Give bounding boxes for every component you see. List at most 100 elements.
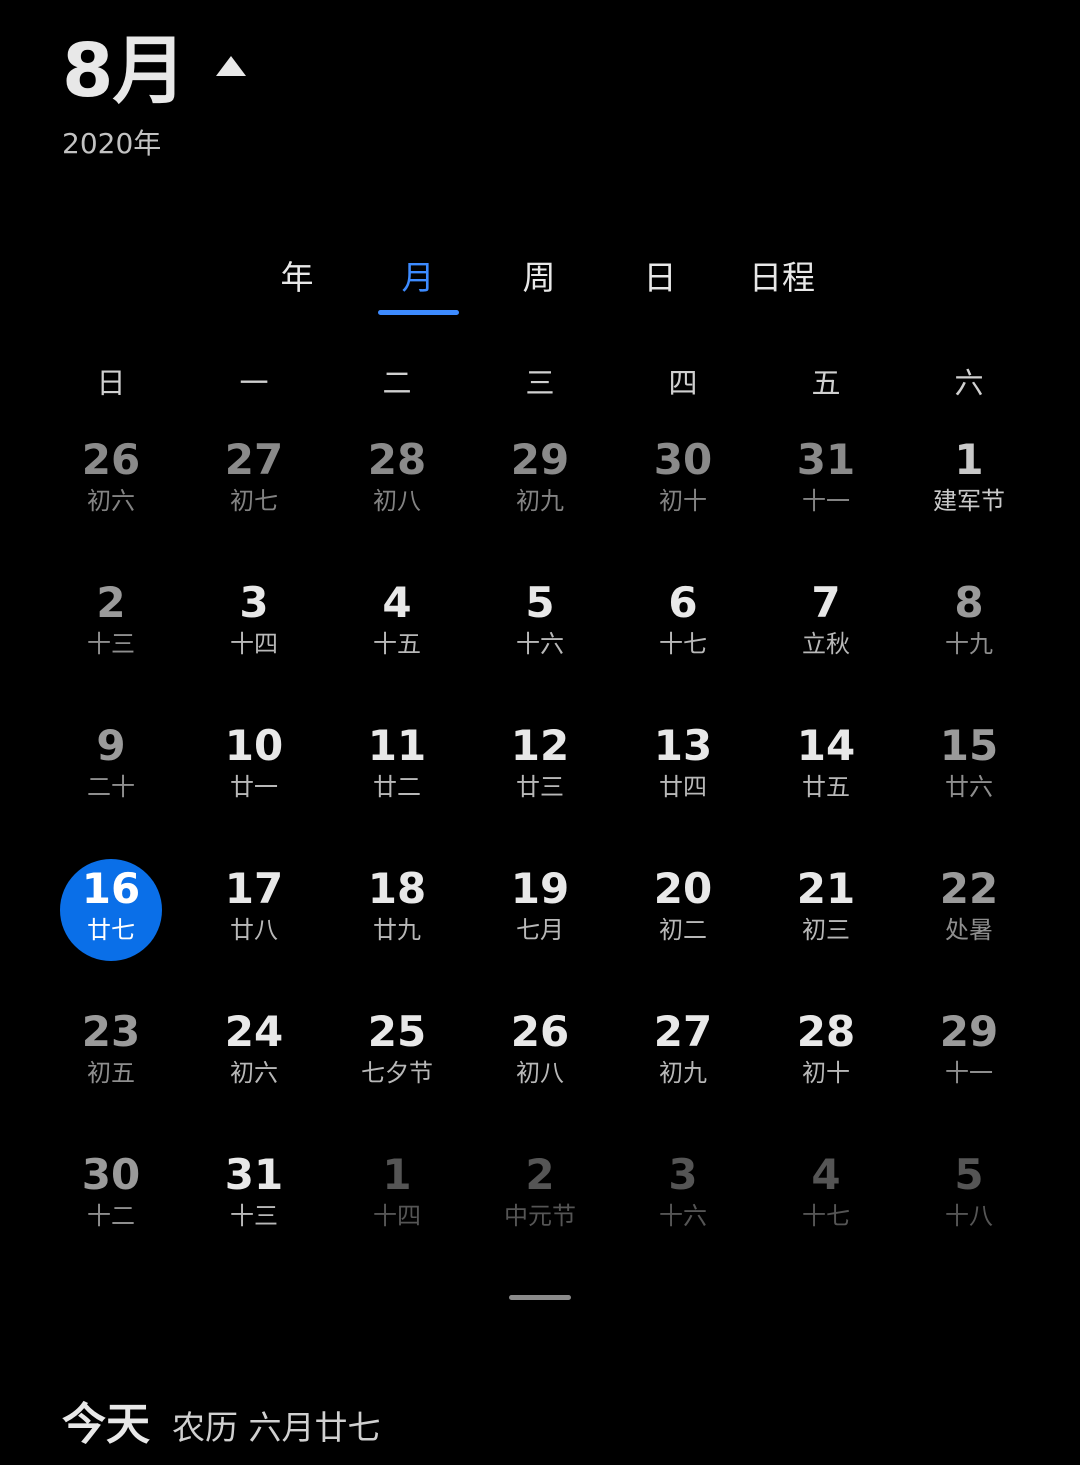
weekday-header: 日 一 二 三 四 五 六 [0,360,1080,404]
day-number: 17 [224,864,284,913]
calendar-header: 8月 2020年 [62,28,246,162]
day-number: 9 [96,721,126,770]
day-cell[interactable]: 31 十三 [194,1147,314,1257]
lunar-label: 初十 [802,1059,850,1087]
day-number: 26 [510,1007,570,1056]
day-cell[interactable]: 24 初六 [194,1004,314,1114]
day-cell[interactable]: 15 廿六 [909,718,1029,828]
day-cell[interactable]: 13 廿四 [623,718,743,828]
day-cell[interactable]: 27 初七 [194,432,314,542]
day-number: 28 [367,435,427,484]
day-cell[interactable]: 20 初二 [623,861,743,971]
day-number: 24 [224,1007,284,1056]
day-number: 11 [367,721,427,770]
day-cell[interactable]: 30 初十 [623,432,743,542]
day-number: 27 [653,1007,713,1056]
day-cell[interactable]: 1 十四 [337,1147,457,1257]
tab-year[interactable]: 年 [281,252,314,312]
lunar-label: 廿六 [945,773,993,801]
day-cell[interactable]: 22 处暑 [909,861,1029,971]
day-number: 21 [796,864,856,913]
lunar-label: 初十 [659,487,707,515]
day-cell[interactable]: 4 十五 [337,575,457,685]
day-cell[interactable]: 6 十七 [623,575,743,685]
lunar-label: 十六 [659,1202,707,1230]
day-cell[interactable]: 12 廿三 [480,718,600,828]
lunar-label: 廿一 [230,773,278,801]
day-cell[interactable]: 5 十六 [480,575,600,685]
day-cell[interactable]: 29 十一 [909,1004,1029,1114]
day-cell[interactable]: 11 廿二 [337,718,457,828]
drag-handle[interactable] [509,1295,571,1300]
lunar-label: 初五 [87,1059,135,1087]
day-number: 31 [224,1150,284,1199]
day-cell[interactable]: 30 十二 [51,1147,171,1257]
day-cell[interactable]: 1 建军节 [909,432,1029,542]
lunar-label: 廿四 [659,773,707,801]
tab-agenda[interactable]: 日程 [749,252,815,312]
day-cell[interactable]: 23 初五 [51,1004,171,1114]
day-cell[interactable]: 3 十六 [623,1147,743,1257]
day-cell[interactable]: 21 初三 [766,861,886,971]
lunar-label: 初八 [516,1059,564,1087]
lunar-label: 初九 [659,1059,707,1087]
weekday-label: 三 [525,366,555,400]
day-cell[interactable]: 2 中元节 [480,1147,600,1257]
month-grid: 26 初六 27 初七 28 初八 29 初九 30 初十 31 十一 1 建军节 2 十三 3 十四 4 十五 5 十六… [0,432,1080,1292]
day-number: 28 [796,1007,856,1056]
day-number: 7 [811,578,841,627]
today-label[interactable]: 今天 [62,1388,150,1452]
month-title[interactable]: 8月 [62,28,186,114]
day-cell[interactable]: 4 十七 [766,1147,886,1257]
tab-day[interactable]: 日 [644,252,677,312]
weekday-label: 六 [954,366,984,400]
lunar-label: 七夕节 [361,1059,433,1087]
day-number: 5 [525,578,555,627]
day-number: 12 [510,721,570,770]
year-label: 2020年 [62,127,162,160]
lunar-label: 十三 [87,630,135,658]
day-cell[interactable]: 7 立秋 [766,575,886,685]
day-cell[interactable]: 10 廿一 [194,718,314,828]
day-cell[interactable]: 8 十九 [909,575,1029,685]
lunar-label: 十六 [516,630,564,658]
day-cell[interactable]: 19 七月 [480,861,600,971]
day-number: 15 [939,721,999,770]
day-cell[interactable]: 28 初十 [766,1004,886,1114]
day-number: 25 [367,1007,427,1056]
day-number: 3 [668,1150,698,1199]
day-cell[interactable]: 26 初六 [51,432,171,542]
lunar-label: 初七 [230,487,278,515]
day-cell[interactable]: 27 初九 [623,1004,743,1114]
day-number: 1 [954,435,984,484]
day-cell[interactable]: 26 初八 [480,1004,600,1114]
day-cell[interactable]: 31 十一 [766,432,886,542]
day-cell[interactable]: 25 七夕节 [337,1004,457,1114]
caret-up-icon[interactable] [215,56,246,76]
tab-week[interactable]: 周 [523,252,556,312]
day-cell[interactable]: 3 十四 [194,575,314,685]
day-cell[interactable]: 28 初八 [337,432,457,542]
day-cell[interactable]: 9 二十 [51,718,171,828]
day-number: 4 [382,578,412,627]
day-cell[interactable]: 5 十八 [909,1147,1029,1257]
day-number: 1 [382,1150,412,1199]
day-cell[interactable]: 29 初九 [480,432,600,542]
day-cell[interactable]: 2 十三 [51,575,171,685]
lunar-label: 十二 [87,1202,135,1230]
day-cell[interactable]: 17 廿八 [194,861,314,971]
day-number: 27 [224,435,284,484]
day-number: 22 [939,864,999,913]
lunar-label: 初六 [230,1059,278,1087]
day-cell[interactable]: 14 廿五 [766,718,886,828]
lunar-label: 七月 [516,916,564,944]
month-row[interactable]: 8月 [62,28,246,114]
lunar-label: 十七 [659,630,707,658]
tab-month[interactable]: 月 [402,252,435,312]
today-cell[interactable]: 16 廿七 [51,859,171,971]
day-cell[interactable]: 18 廿九 [337,861,457,971]
day-number: 23 [81,1007,141,1056]
day-number: 10 [224,721,284,770]
lunar-label: 初三 [802,916,850,944]
lunar-label: 十四 [373,1202,421,1230]
